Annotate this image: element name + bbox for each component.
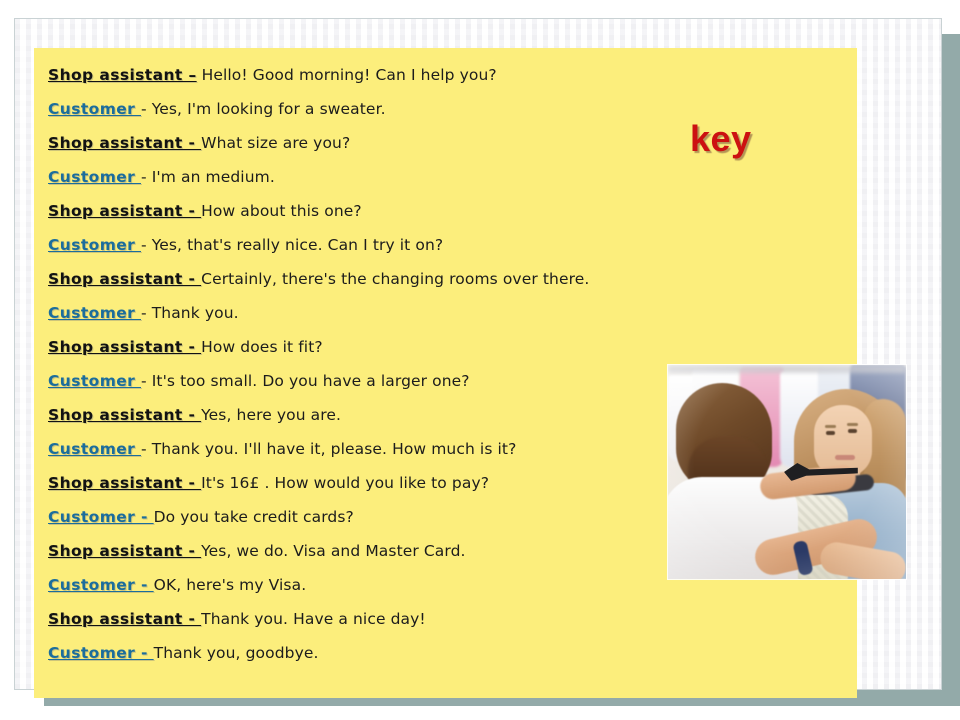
page-title: key: [690, 118, 752, 159]
speaker-label-customer: Customer: [48, 304, 141, 322]
speaker-label-customer: Customer -: [48, 576, 154, 594]
dialogue-line: Shop assistant - How does it fit?: [48, 330, 848, 364]
photo-vignette: [668, 365, 906, 579]
speaker-label-assistant: Shop assistant –: [48, 66, 197, 84]
utterance-text: Thank you, goodbye.: [153, 644, 319, 662]
utterance-text: Do you take credit cards?: [153, 508, 354, 526]
utterance-text: - Thank you. I'll have it, please. How m…: [141, 440, 517, 458]
speaker-label-assistant: Shop assistant -: [48, 406, 202, 424]
dialogue-line: Shop assistant - How about this one?: [48, 194, 848, 228]
speaker-label-customer: Customer -: [48, 508, 154, 526]
utterance-text: - I'm an medium.: [141, 168, 275, 186]
utterance-text: Yes, we do. Visa and Master Card.: [201, 542, 466, 560]
utterance-text: It's 16£ . How would you like to pay?: [201, 474, 490, 492]
speaker-label-assistant: Shop assistant -: [48, 202, 202, 220]
utterance-text: - Yes, that's really nice. Can I try it …: [141, 236, 444, 254]
utterance-text: How does it fit?: [201, 338, 323, 356]
dialogue-line: Shop assistant - Thank you. Have a nice …: [48, 602, 848, 636]
speaker-label-customer: Customer: [48, 100, 141, 118]
speaker-label-customer: Customer: [48, 236, 141, 254]
utterance-text: Thank you. Have a nice day!: [201, 610, 426, 628]
utterance-text: - It's too small. Do you have a larger o…: [141, 372, 470, 390]
utterance-text: Yes, here you are.: [201, 406, 342, 424]
speaker-label-customer: Customer -: [48, 644, 154, 662]
speaker-label-customer: Customer: [48, 372, 141, 390]
speaker-label-customer: Customer: [48, 168, 141, 186]
speaker-label-assistant: Shop assistant -: [48, 338, 202, 356]
utterance-text: How about this one?: [201, 202, 362, 220]
dialogue-line: Shop assistant - Certainly, there's the …: [48, 262, 848, 296]
speaker-label-assistant: Shop assistant -: [48, 542, 202, 560]
speaker-label-assistant: Shop assistant -: [48, 610, 202, 628]
dialogue-line: Customer - Yes, that's really nice. Can …: [48, 228, 848, 262]
shop-photo: [668, 365, 906, 579]
speaker-label-assistant: Shop assistant -: [48, 270, 202, 288]
utterance-text: Certainly, there's the changing rooms ov…: [201, 270, 590, 288]
dialogue-line: Customer - I'm an medium.: [48, 160, 848, 194]
dialogue-line: Customer - Thank you, goodbye.: [48, 636, 848, 670]
speaker-label-assistant: Shop assistant -: [48, 134, 202, 152]
speaker-label-customer: Customer: [48, 440, 141, 458]
utterance-text: OK, here's my Visa.: [153, 576, 307, 594]
dialogue-line: Customer - Thank you.: [48, 296, 848, 330]
utterance-text: - Yes, I'm looking for a sweater.: [141, 100, 386, 118]
dialogue-line: Shop assistant – Hello! Good morning! Ca…: [48, 58, 848, 92]
utterance-text: What size are you?: [201, 134, 351, 152]
utterance-text: Hello! Good morning! Can I help you?: [201, 66, 497, 84]
slide: Shop assistant – Hello! Good morning! Ca…: [0, 0, 960, 720]
utterance-text: - Thank you.: [141, 304, 239, 322]
speaker-label-assistant: Shop assistant -: [48, 474, 202, 492]
